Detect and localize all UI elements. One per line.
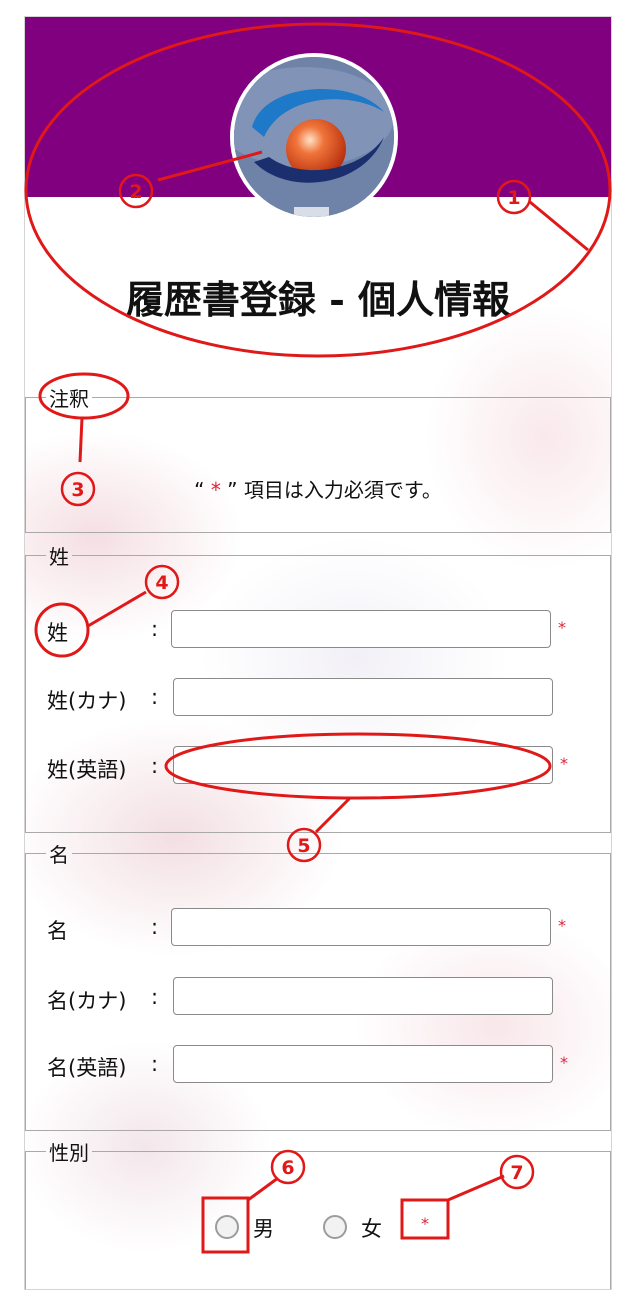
- note-message: “ * ” 項目は入力必須です。: [26, 474, 610, 503]
- given-name-label: 名: [47, 919, 68, 943]
- given-name-kana-label: 名(カナ): [47, 989, 127, 1013]
- given-name-required-mark: *: [558, 916, 566, 935]
- note-legend: 注釈: [49, 387, 89, 411]
- given-name-input[interactable]: [171, 908, 551, 946]
- gender-required-mark: *: [421, 1214, 429, 1233]
- given-name-colon: :: [151, 915, 159, 939]
- given-name-legend: 名: [49, 843, 69, 867]
- given-name-english-input[interactable]: [173, 1045, 553, 1083]
- surname-kana-colon: :: [151, 685, 159, 709]
- surname-kana-label: 姓(カナ): [47, 689, 127, 713]
- gender-female-label: 女: [361, 1217, 382, 1241]
- gender-male-label: 男: [253, 1217, 274, 1241]
- given-name-english-colon: :: [151, 1052, 159, 1076]
- page-title: 履歴書登録 - 個人情報: [125, 277, 511, 322]
- surname-input[interactable]: [171, 610, 551, 648]
- note-text: 項目は入力必須です。: [243, 478, 442, 502]
- surname-colon: :: [151, 617, 159, 641]
- given-name-english-label: 名(英語): [47, 1056, 127, 1080]
- required-star: *: [210, 478, 221, 502]
- given-name-kana-input[interactable]: [173, 977, 553, 1015]
- given-name-kana-colon: :: [151, 985, 159, 1009]
- surname-english-label: 姓(英語): [47, 758, 127, 782]
- note-fieldset: 注釈 “ * ” 項目は入力必須です。: [25, 383, 611, 533]
- given-name-english-required-mark: *: [560, 1053, 568, 1072]
- surname-kana-input[interactable]: [173, 678, 553, 716]
- surname-label: 姓: [47, 621, 68, 645]
- surname-english-colon: :: [151, 754, 159, 778]
- surname-legend: 姓: [49, 545, 69, 569]
- surname-english-input[interactable]: [173, 746, 553, 784]
- gender-female-radio[interactable]: [323, 1215, 347, 1239]
- surname-english-required-mark: *: [560, 754, 568, 773]
- open-quote: “: [194, 478, 205, 502]
- surname-required-mark: *: [558, 618, 566, 637]
- gender-fieldset: 性別: [25, 1137, 611, 1289]
- company-logo-icon: [230, 53, 398, 221]
- close-quote: ”: [227, 478, 238, 502]
- gender-legend: 性別: [49, 1141, 89, 1165]
- resume-form-page: 履歴書登録 - 個人情報 注釈 “ * ” 項目は入力必須です。 姓 姓 : *…: [24, 16, 612, 1290]
- gender-male-radio[interactable]: [215, 1215, 239, 1239]
